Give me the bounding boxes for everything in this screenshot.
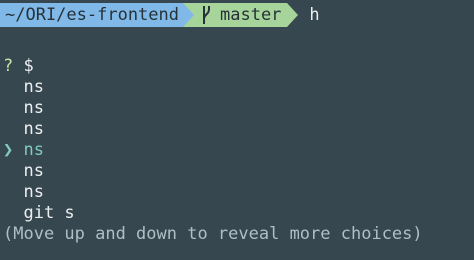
choice-label: ns <box>23 77 44 97</box>
git-branch-icon <box>203 6 210 24</box>
choice-label: ns <box>23 161 44 181</box>
navigation-hint: (Move up and down to reveal more choices… <box>3 224 423 244</box>
choice-label: ns <box>23 98 44 118</box>
question-marker: ? <box>3 56 14 76</box>
prompt-branch-name: master <box>220 5 282 25</box>
prompt-path: ~/ORI/es-frontend <box>0 3 183 27</box>
prompt-branch-segment: master <box>194 3 288 27</box>
choice-item[interactable]: ns <box>3 119 44 140</box>
choice-item[interactable]: git s <box>3 203 75 224</box>
choice-label: ns <box>23 119 44 139</box>
choice-item-selected[interactable]: ❯ ns <box>3 140 44 161</box>
prompt-bar: ~/ORI/es-frontend master h <box>0 3 320 27</box>
selection-pointer-icon: ❯ <box>3 140 14 160</box>
choice-item[interactable]: ns <box>3 182 44 203</box>
question-symbol: $ <box>23 56 34 76</box>
choice-item[interactable]: ns <box>3 98 44 119</box>
choice-item[interactable]: ns <box>3 77 44 98</box>
terminal-window[interactable]: ~/ORI/es-frontend master h ? $ ns ns ns … <box>0 0 474 260</box>
question-line: ? $ <box>3 56 34 77</box>
choice-label: git s <box>23 203 75 223</box>
prompt-separator-arrow <box>183 3 194 27</box>
typed-command: h <box>309 5 320 25</box>
prompt-end-arrow <box>287 3 299 27</box>
choice-item[interactable]: ns <box>3 161 44 182</box>
choice-label: ns <box>23 140 44 160</box>
choice-label: ns <box>23 182 44 202</box>
